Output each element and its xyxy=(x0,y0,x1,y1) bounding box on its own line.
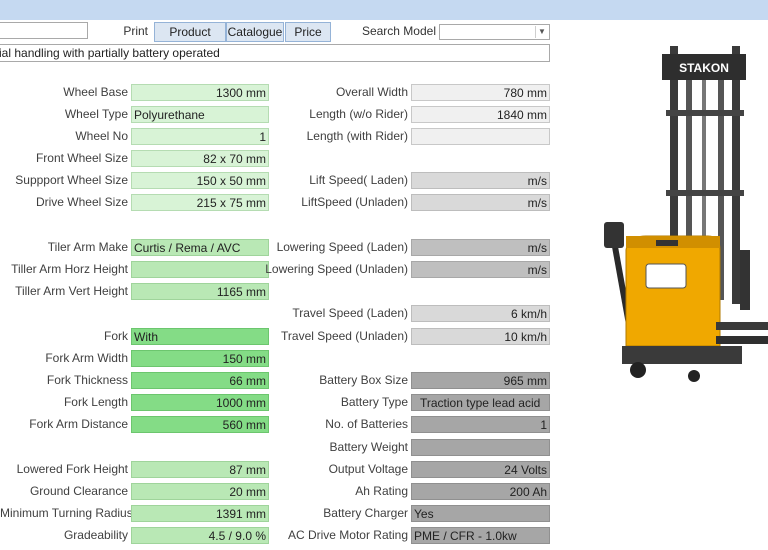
label-wheel-base: Wheel Base xyxy=(63,85,128,99)
field-lowered-fork-height[interactable]: 87 mm xyxy=(131,461,269,478)
label-ah-rating: Ah Rating xyxy=(355,484,408,498)
chevron-down-icon[interactable]: ▼ xyxy=(535,26,548,38)
search-model-select[interactable]: ▼ xyxy=(439,24,550,40)
field-fork[interactable]: With xyxy=(131,328,269,345)
label-no-of-batteries: No. of Batteries xyxy=(325,417,408,431)
label-overall-width: Overall Width xyxy=(335,85,408,99)
tab-price[interactable]: Price xyxy=(285,22,331,42)
field-fork-length[interactable]: 1000 mm xyxy=(131,394,269,411)
label-lift-speed-unladen: LiftSpeed (Unladen) xyxy=(301,195,408,209)
field-ground-clearance[interactable]: 20 mm xyxy=(131,483,269,500)
tab-catalogue[interactable]: Catalogue xyxy=(226,22,284,42)
print-button[interactable]: Print xyxy=(114,24,148,38)
field-travel-speed-laden[interactable]: 6 km/h xyxy=(411,305,550,322)
field-overall-width[interactable]: 780 mm xyxy=(411,84,550,101)
brand-logo: STAKON xyxy=(679,61,729,75)
search-model-label: Search Model xyxy=(361,24,436,38)
field-wheel-type[interactable]: Polyurethane xyxy=(131,106,269,123)
label-drive-wheel-size: Drive Wheel Size xyxy=(35,195,128,209)
product-image: STAKON xyxy=(604,46,768,382)
field-wheel-base[interactable]: 1300 mm xyxy=(131,84,269,101)
field-length-wo-rider[interactable]: 1840 mm xyxy=(411,106,550,123)
label-wheel-no: Wheel No xyxy=(75,129,128,143)
label-ac-drive-motor-rating: AC Drive Motor Rating xyxy=(287,528,408,542)
field-tiler-arm-make[interactable]: Curtis / Rema / AVC xyxy=(131,239,269,256)
label-tiler-arm-make: Tiler Arm Make xyxy=(47,240,128,254)
field-ah-rating[interactable]: 200 Ah xyxy=(411,483,550,500)
label-support-wheel-size: Suppport Wheel Size xyxy=(15,173,128,187)
field-battery-charger[interactable]: Yes xyxy=(411,505,550,522)
field-lowering-speed-laden[interactable]: m/s xyxy=(411,239,550,256)
field-battery-box-size[interactable]: 965 mm xyxy=(411,372,550,389)
field-tiller-arm-vert-height[interactable]: 1165 mm xyxy=(131,283,269,300)
label-lowering-speed-laden: Lowering Speed (Laden) xyxy=(276,240,408,254)
label-battery-weight: Battery Weight xyxy=(329,440,408,454)
top-bar xyxy=(0,0,768,20)
field-tiller-arm-horz-height[interactable] xyxy=(131,261,269,278)
field-lift-speed-laden[interactable]: m/s xyxy=(411,172,550,189)
label-battery-charger: Battery Charger xyxy=(323,506,408,520)
model-input[interactable] xyxy=(0,22,88,39)
label-gradeability: Gradeability xyxy=(63,528,128,542)
label-lift-speed-laden: Lift Speed( Laden) xyxy=(309,173,408,187)
label-battery-type: Battery Type xyxy=(340,395,408,409)
field-support-wheel-size[interactable]: 150 x 50 mm xyxy=(131,172,269,189)
field-length-with-rider[interactable] xyxy=(411,128,550,145)
field-fork-arm-width[interactable]: 150 mm xyxy=(131,350,269,367)
label-ground-clearance: Ground Clearance xyxy=(29,484,128,498)
description-field[interactable]: ial handling with partially battery oper… xyxy=(0,44,550,62)
label-battery-box-size: Battery Box Size xyxy=(319,373,408,387)
field-minimum-turning-radius[interactable]: 1391 mm xyxy=(131,505,269,522)
field-lift-speed-unladen[interactable]: m/s xyxy=(411,194,550,211)
label-tiller-arm-horz-height: Tiller Arm Horz Height xyxy=(11,262,128,276)
label-fork: Fork xyxy=(104,329,128,343)
field-drive-wheel-size[interactable]: 215 x 75 mm xyxy=(131,194,269,211)
label-minimum-turning-radius: Minimum Turning Radius xyxy=(0,506,133,520)
label-fork-length: Fork Length xyxy=(63,395,128,409)
field-fork-arm-distance[interactable]: 560 mm xyxy=(131,416,269,433)
label-front-wheel-size: Front Wheel Size xyxy=(35,151,128,165)
field-travel-speed-unladen[interactable]: 10 km/h xyxy=(411,328,550,345)
label-travel-speed-unladen: Travel Speed (Unladen) xyxy=(281,329,408,343)
label-tiller-arm-vert-height: Tiller Arm Vert Height xyxy=(15,284,128,298)
label-fork-arm-width: Fork Arm Width xyxy=(45,351,128,365)
tab-product[interactable]: Product xyxy=(154,22,226,42)
label-wheel-type: Wheel Type xyxy=(64,107,128,121)
field-wheel-no[interactable]: 1 xyxy=(131,128,269,145)
label-travel-speed-laden: Travel Speed (Laden) xyxy=(292,306,408,320)
label-fork-thickness: Fork Thickness xyxy=(46,373,128,387)
field-lowering-speed-unladen[interactable]: m/s xyxy=(411,261,550,278)
label-length-with-rider: Length (with Rider) xyxy=(306,129,408,143)
field-battery-type[interactable]: Traction type lead acid xyxy=(411,394,550,411)
field-gradeability[interactable]: 4.5 / 9.0 % xyxy=(131,527,269,544)
label-length-wo-rider: Length (w/o Rider) xyxy=(309,107,408,121)
field-fork-thickness[interactable]: 66 mm xyxy=(131,372,269,389)
field-no-of-batteries[interactable]: 1 xyxy=(411,416,550,433)
label-fork-arm-distance: Fork Arm Distance xyxy=(29,417,128,431)
label-lowered-fork-height: Lowered Fork Height xyxy=(16,462,128,476)
label-lowering-speed-unladen: Lowering Speed (Unladen) xyxy=(265,262,408,276)
field-output-voltage[interactable]: 24 Volts xyxy=(411,461,550,478)
field-ac-drive-motor-rating[interactable]: PME / CFR - 1.0kw xyxy=(411,527,550,544)
field-battery-weight[interactable] xyxy=(411,439,550,456)
field-front-wheel-size[interactable]: 82 x 70 mm xyxy=(131,150,269,167)
label-output-voltage: Output Voltage xyxy=(328,462,408,476)
